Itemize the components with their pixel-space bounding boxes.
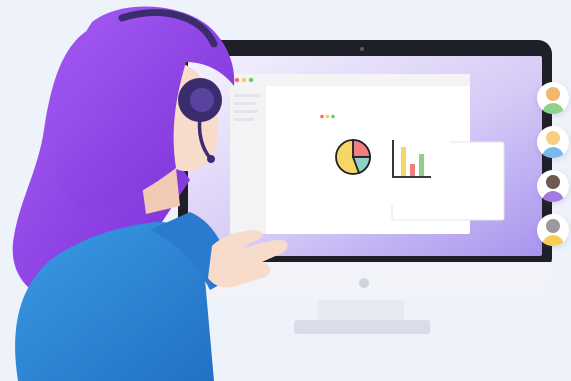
power-button <box>359 278 369 288</box>
avatar-head <box>546 87 560 101</box>
pie-chart-icon <box>335 139 371 175</box>
headset-mic <box>207 155 215 163</box>
app-window-titlebar <box>230 74 470 86</box>
maximize-dot[interactable] <box>248 77 254 83</box>
avatar-3[interactable] <box>537 170 569 202</box>
minimize-dot[interactable] <box>241 77 247 83</box>
chart-dialog <box>316 111 450 205</box>
camera-dot <box>360 47 364 51</box>
avatar-4[interactable] <box>537 214 569 246</box>
avatar-2[interactable] <box>537 126 569 158</box>
avatar-1[interactable] <box>537 82 569 114</box>
avatar-head <box>546 131 560 145</box>
avatar-shirt <box>542 103 564 114</box>
avatar-head <box>546 219 560 233</box>
avatar-shirt <box>542 147 564 158</box>
avatar-shirt <box>542 235 564 246</box>
avatar-head <box>546 175 560 189</box>
close-dot[interactable] <box>234 77 240 83</box>
participant-avatars <box>537 78 571 258</box>
app-sidebar <box>230 86 266 234</box>
avatar-shirt <box>542 191 564 202</box>
monitor-stand-base <box>294 320 430 334</box>
minimize-dot[interactable] <box>325 114 330 119</box>
maximize-dot[interactable] <box>331 114 335 119</box>
illustration <box>12 6 552 381</box>
close-dot[interactable] <box>320 114 324 119</box>
